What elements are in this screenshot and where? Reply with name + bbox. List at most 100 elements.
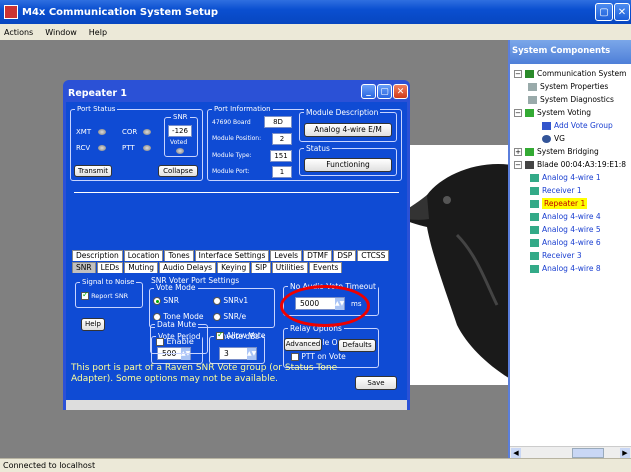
ptt-on-vote-check-icon[interactable] xyxy=(291,353,299,361)
vote-group-icon xyxy=(542,134,551,143)
xmt-led-icon xyxy=(98,129,106,135)
tab-interface-settings[interactable]: Interface Settings xyxy=(194,250,270,261)
transmit-button[interactable]: Transmit xyxy=(74,165,112,177)
tab-audio-delays[interactable]: Audio Delays xyxy=(158,262,217,273)
dialog-maximize-button[interactable]: ▢ xyxy=(377,84,392,99)
tree-item-blade[interactable]: − Blade 00:04:A3:19:E1:8 xyxy=(514,159,626,170)
app-title: M4x Communication System Setup xyxy=(22,6,219,18)
radio-snre-icon[interactable] xyxy=(213,313,221,321)
expand-icon[interactable]: + xyxy=(514,147,522,156)
module-position-value: 2 xyxy=(272,133,292,145)
tree-item-vg[interactable]: VG xyxy=(542,133,565,144)
tab-levels[interactable]: Levels xyxy=(270,250,303,261)
dialog-title: Repeater 1 xyxy=(68,88,127,99)
defaults-button[interactable]: Defaults xyxy=(338,339,376,352)
dialog-close-button[interactable]: ✕ xyxy=(393,84,408,99)
tree-item-system-bridging[interactable]: + System Bridging xyxy=(514,146,599,157)
rcv-label: RCV xyxy=(76,144,91,152)
menu-help[interactable]: Help xyxy=(89,28,107,37)
horizontal-scrollbar[interactable]: ◀ ▶ xyxy=(510,446,631,458)
dialog-minimize-button[interactable]: _ xyxy=(361,84,376,99)
tree-item-system-properties[interactable]: System Properties xyxy=(528,81,608,92)
blade-icon xyxy=(525,160,534,169)
board-label: 47690 Board xyxy=(212,119,251,126)
tree-item-system-voting[interactable]: − System Voting xyxy=(514,107,591,118)
menu-actions[interactable]: Actions xyxy=(4,28,33,37)
tab-dtmf[interactable]: DTMF xyxy=(303,250,333,261)
scroll-right-icon[interactable]: ▶ xyxy=(620,448,630,458)
ptt-label: PTT xyxy=(122,144,135,152)
menubar: Actions Window Help xyxy=(0,24,631,40)
close-button[interactable]: ✕ xyxy=(614,3,630,21)
system-components-panel: System Components − Communication System… xyxy=(508,40,631,458)
help-button[interactable]: Help xyxy=(81,318,105,331)
highlight-circle xyxy=(280,285,370,327)
tab-sip[interactable]: SIP xyxy=(251,262,271,273)
radio-snr-icon[interactable] xyxy=(153,297,161,305)
scroll-thumb[interactable] xyxy=(572,448,604,458)
spinner-arrows-icon[interactable]: ▲▼ xyxy=(247,348,256,360)
tab-row-1: Description Location Tones Interface Set… xyxy=(72,250,390,261)
unvote-dbs-spinner[interactable]: 3 ▲▼ xyxy=(219,347,257,360)
rcv-led-icon xyxy=(98,145,106,151)
tree-item-analog-4wire-6[interactable]: Analog 4-wire 6 xyxy=(530,237,601,248)
collapse-icon[interactable]: − xyxy=(514,160,522,169)
tree-item-receiver-3[interactable]: Receiver 3 xyxy=(530,250,582,261)
enable-checkbox[interactable]: Enable xyxy=(156,337,194,346)
port-icon xyxy=(530,238,539,247)
report-snr-check-icon[interactable] xyxy=(81,290,89,300)
cor-led-icon xyxy=(143,129,151,135)
collapse-button[interactable]: Collapse xyxy=(158,165,198,177)
snr-value: -126 xyxy=(168,125,192,137)
tab-description[interactable]: Description xyxy=(72,250,123,261)
tree-item-add-vote-group[interactable]: Add Vote Group xyxy=(542,120,613,131)
report-snr-checkbox[interactable]: Report SNR xyxy=(81,290,128,300)
maximize-button[interactable]: ▢ xyxy=(595,3,613,21)
tab-leds[interactable]: LEDs xyxy=(96,262,124,273)
tab-events[interactable]: Events xyxy=(309,262,343,273)
tree-item-analog-4wire-8[interactable]: Analog 4-wire 8 xyxy=(530,263,601,274)
diagnostics-icon xyxy=(528,95,537,104)
allow-vote-check-icon[interactable] xyxy=(216,330,224,340)
tree-item-analog-4wire-1[interactable]: Analog 4-wire 1 xyxy=(530,172,601,183)
tab-dsp[interactable]: DSP xyxy=(333,250,357,261)
scroll-left-icon[interactable]: ◀ xyxy=(511,448,521,458)
port-icon xyxy=(530,264,539,273)
footer-notice: This port is part of a Raven SNR Vote gr… xyxy=(71,363,338,384)
bridging-icon xyxy=(525,147,534,156)
advanced-button[interactable]: Advanced xyxy=(284,338,322,351)
port-icon xyxy=(530,251,539,260)
tab-muting[interactable]: Muting xyxy=(124,262,158,273)
save-button[interactable]: Save xyxy=(355,376,397,390)
radio-snr[interactable]: SNR xyxy=(153,296,179,305)
tab-ctcss[interactable]: CTCSS xyxy=(357,250,390,261)
radio-snrv1[interactable]: SNRv1 xyxy=(213,296,248,305)
port-icon xyxy=(530,173,539,182)
system-components-title: System Components xyxy=(510,40,631,64)
status-value: Functioning xyxy=(304,158,392,172)
tree-item-communication-system[interactable]: − Communication System xyxy=(514,68,626,79)
tree-item-repeater-1[interactable]: Repeater 1 xyxy=(530,198,588,209)
tree-item-system-diagnostics[interactable]: System Diagnostics xyxy=(528,94,614,105)
enable-check-icon[interactable] xyxy=(156,337,164,346)
radio-snrv1-icon[interactable] xyxy=(213,297,221,305)
tab-utilities[interactable]: Utilities xyxy=(271,262,309,273)
menu-window[interactable]: Window xyxy=(45,28,77,37)
tab-row-2: SNR LEDs Muting Audio Delays Keying SIP … xyxy=(72,262,343,273)
tab-keying[interactable]: Keying xyxy=(217,262,251,273)
allow-vote-checkbox[interactable]: Allow Vote xyxy=(216,330,266,340)
tab-snr[interactable]: SNR xyxy=(72,262,96,273)
tree-item-analog-4wire-5[interactable]: Analog 4-wire 5 xyxy=(530,224,601,235)
radio-snre[interactable]: SNR/e xyxy=(213,312,246,321)
tab-location[interactable]: Location xyxy=(123,250,164,261)
voting-icon xyxy=(525,108,534,117)
collapse-icon[interactable]: − xyxy=(514,69,522,78)
collapse-icon[interactable]: − xyxy=(514,108,522,117)
module-description-label: Module Description xyxy=(304,108,381,117)
tree-item-receiver-1[interactable]: Receiver 1 xyxy=(530,185,582,196)
board-value: 8D xyxy=(264,116,292,128)
tree-item-analog-4wire-4[interactable]: Analog 4-wire 4 xyxy=(530,211,601,222)
tab-tones[interactable]: Tones xyxy=(164,250,194,261)
ptt-on-vote-checkbox[interactable]: PTT on Vote xyxy=(291,352,346,361)
dialog-statusbar xyxy=(66,400,407,410)
